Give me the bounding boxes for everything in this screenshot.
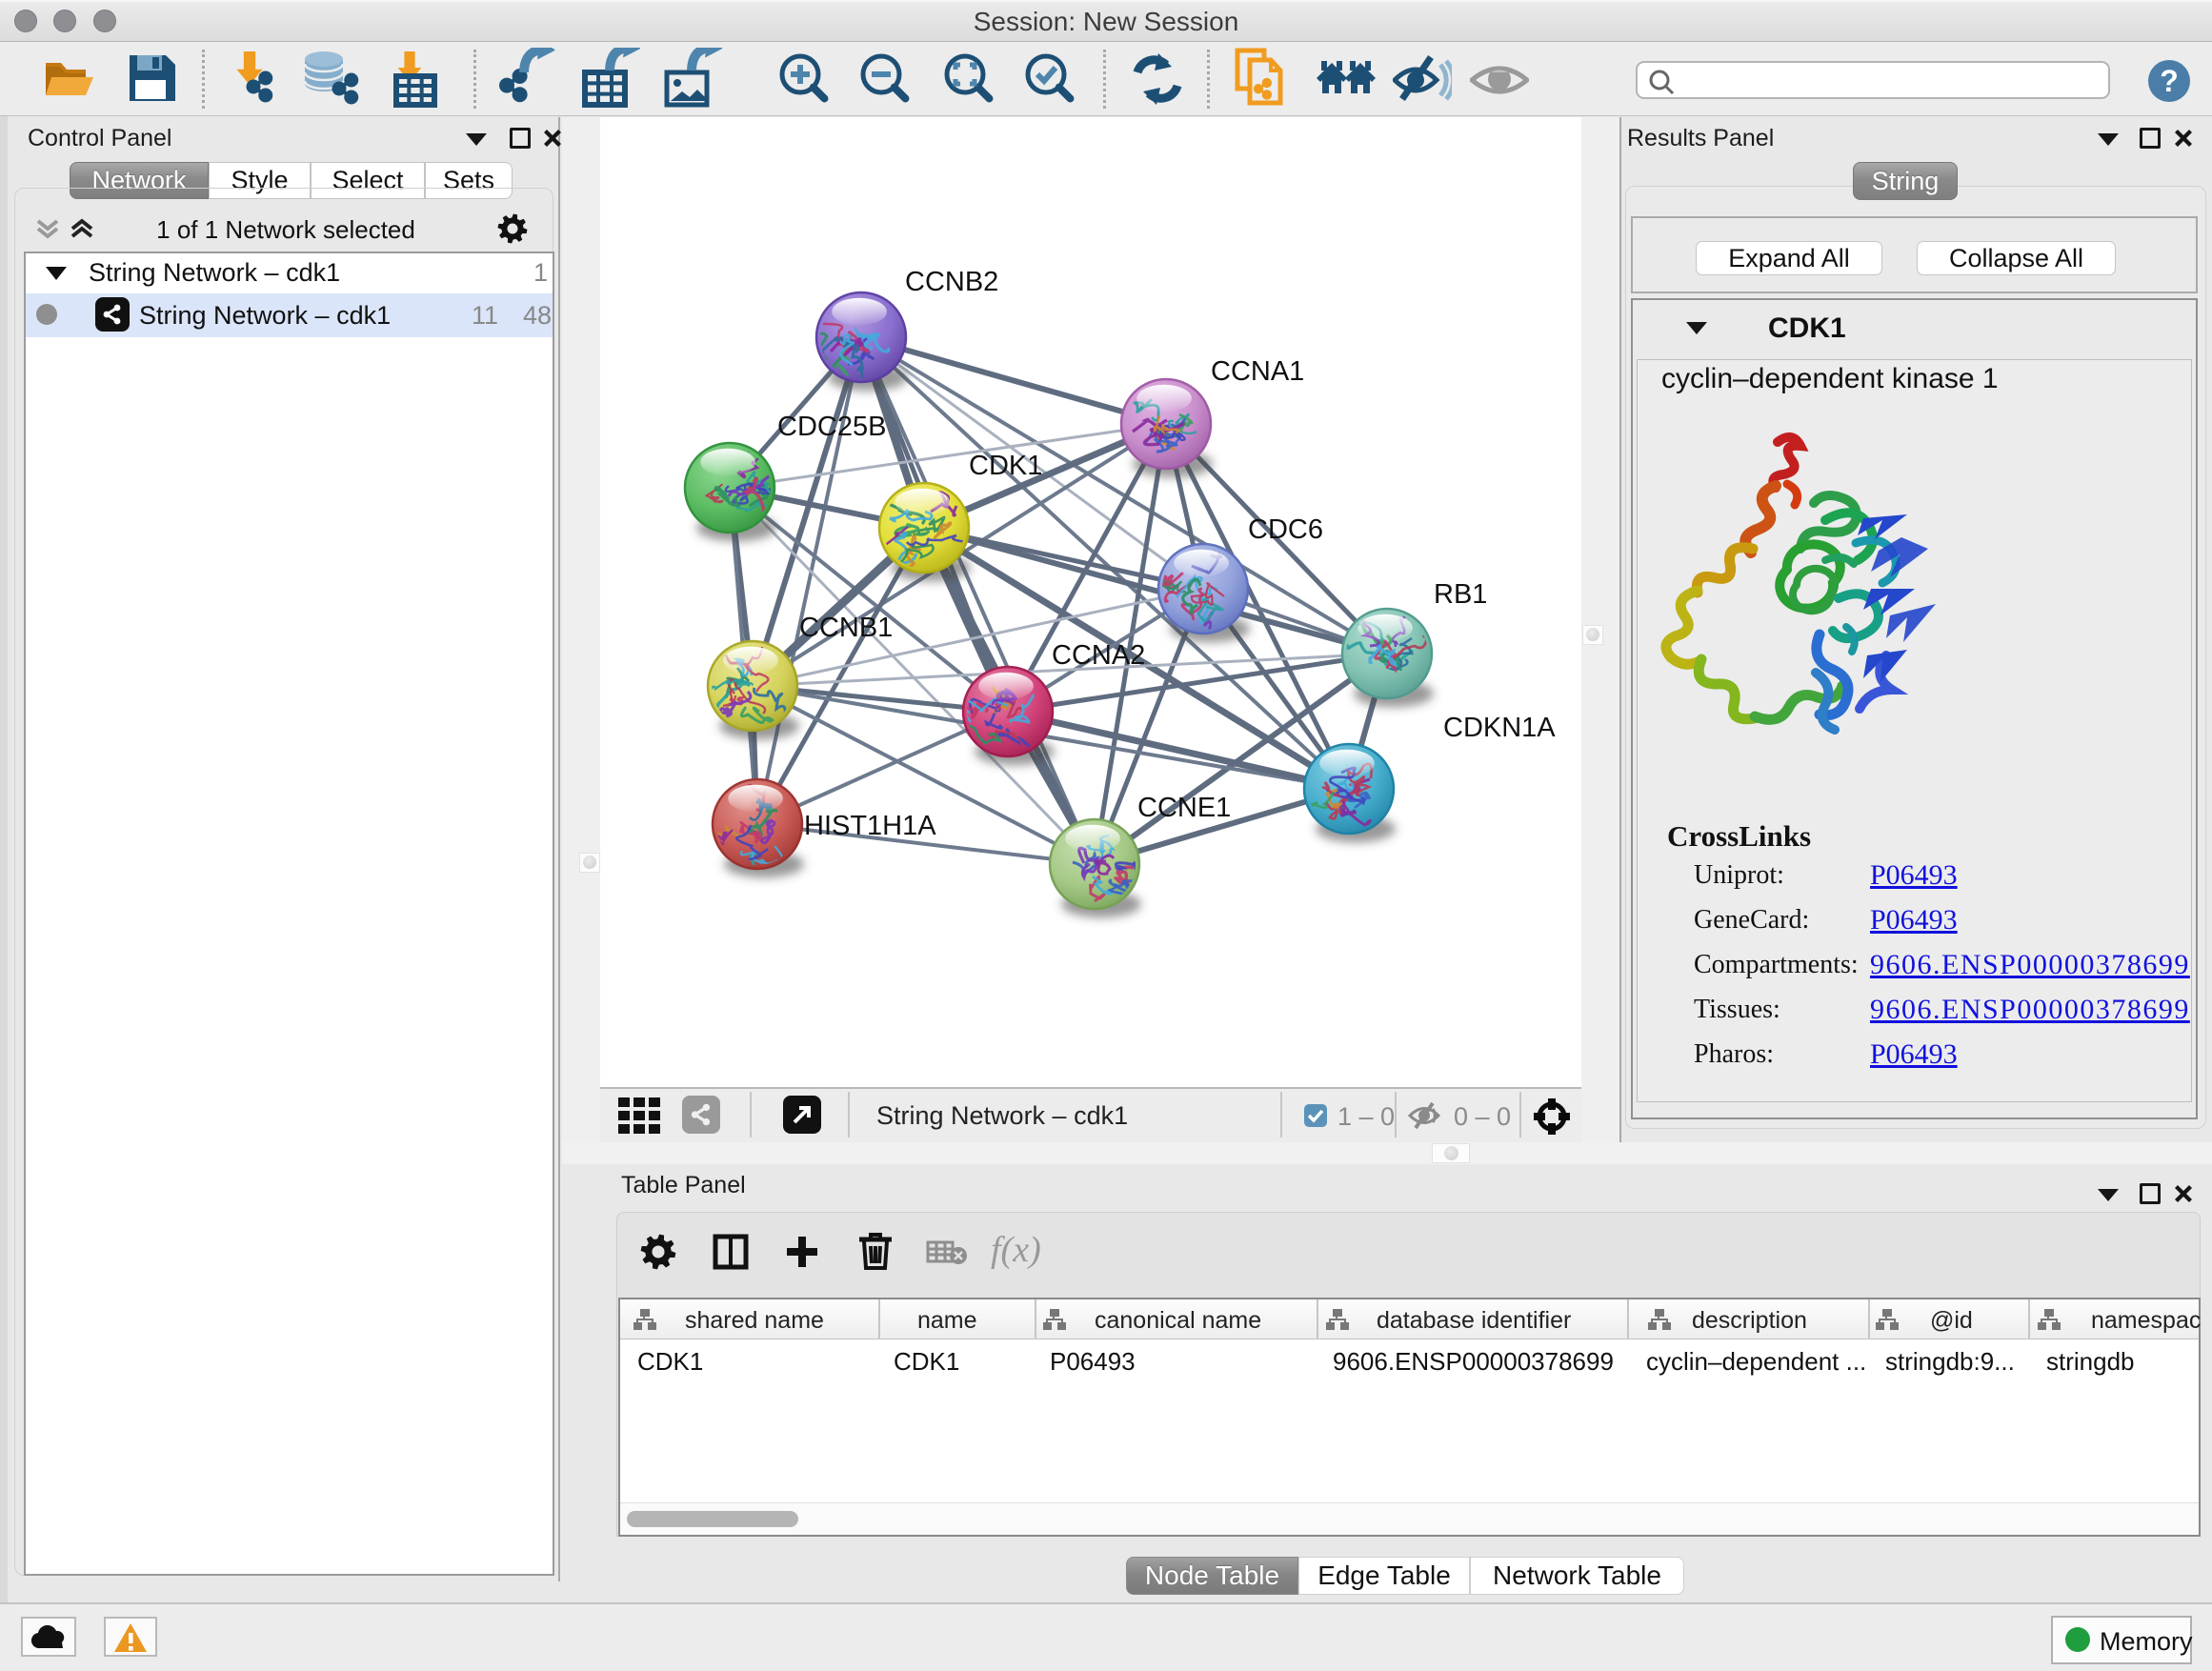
svg-text:CCNA2: CCNA2 xyxy=(1052,640,1145,671)
svg-text:CCNE1: CCNE1 xyxy=(1137,793,1231,823)
svg-text:CCNB1: CCNB1 xyxy=(799,613,893,643)
svg-text:CDKN1A: CDKN1A xyxy=(1443,713,1556,743)
svg-text:CDC6: CDC6 xyxy=(1248,514,1323,545)
svg-text:HIST1H1A: HIST1H1A xyxy=(804,811,936,841)
svg-text:CCNB2: CCNB2 xyxy=(905,267,998,297)
svg-text:CDC25B: CDC25B xyxy=(777,412,886,442)
svg-text:RB1: RB1 xyxy=(1434,579,1487,610)
svg-text:CDK1: CDK1 xyxy=(969,451,1042,481)
svg-text:CCNA1: CCNA1 xyxy=(1211,356,1304,387)
